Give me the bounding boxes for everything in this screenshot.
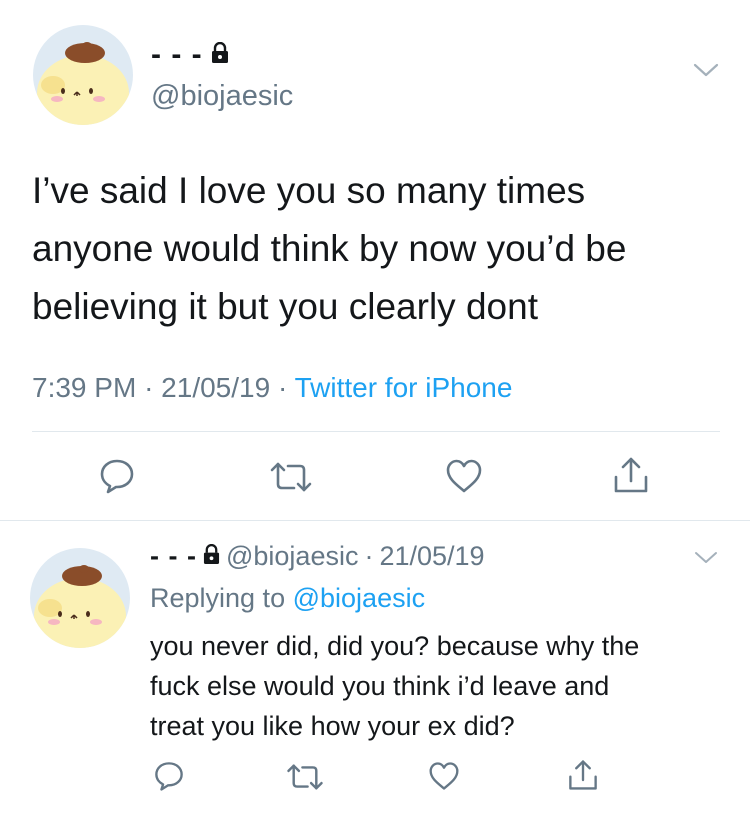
replying-to: Replying to @biojaesic [150,583,425,614]
tweet-text-line: you never did, did you? because why the [150,631,640,661]
reply-header: - - - @biojaesic · 21/05/19 [150,541,485,572]
tweet-date[interactable]: 21/05/19 [161,372,270,403]
share-icon[interactable] [612,455,650,495]
main-tweet: - - - @biojaesic I’ve said I love you so… [0,0,750,520]
tweet-text: you never did, did you? because why the … [150,626,730,746]
chevron-down-icon[interactable] [692,60,720,80]
heart-icon[interactable] [428,761,460,791]
tweet-date[interactable]: 21/05/19 [379,541,484,572]
reply-icon[interactable] [153,760,185,792]
heart-icon[interactable] [445,458,483,494]
retweet-icon[interactable] [285,762,325,792]
replying-to-mention[interactable]: @biojaesic [293,583,425,613]
display-name[interactable]: - - - [150,541,197,572]
lock-icon [203,541,220,572]
tweet-text-line: fuck else would you think i’d leave and [150,671,610,701]
share-icon[interactable] [567,758,599,792]
replying-to-label: Replying to [150,583,286,613]
tweet-source-link[interactable]: Twitter for iPhone [295,372,513,403]
divider [32,431,720,432]
avatar[interactable] [33,25,133,125]
section-divider [0,520,750,521]
pompompurin-avatar-image [33,25,133,125]
tweet-text-line: anyone would think by now you’d be [32,228,627,269]
handle[interactable]: @biojaesic [226,541,358,572]
tweet-time[interactable]: 7:39 PM [32,372,136,403]
tweet-text-line: believing it but you clearly dont [32,286,538,327]
tweet-text: I’ve said I love you so many times anyon… [32,162,722,336]
tweet-text-line: treat you like how your ex did? [150,711,515,741]
meta-separator: · [144,372,154,403]
lock-icon [211,41,229,69]
avatar[interactable] [30,548,130,648]
tweet-text-line: I’ve said I love you so many times [32,170,586,211]
reply-icon[interactable] [98,457,136,495]
tweet-metadata: 7:39 PM · 21/05/19 · Twitter for iPhone [32,372,512,404]
handle[interactable]: @biojaesic [151,80,293,113]
meta-separator: · [277,372,288,403]
display-name-row: - - - [151,38,229,72]
meta-separator: · [364,541,374,571]
chevron-down-icon[interactable] [693,549,719,567]
pompompurin-avatar-image [30,548,130,648]
display-name[interactable]: - - - [151,38,203,72]
retweet-icon[interactable] [268,460,314,494]
